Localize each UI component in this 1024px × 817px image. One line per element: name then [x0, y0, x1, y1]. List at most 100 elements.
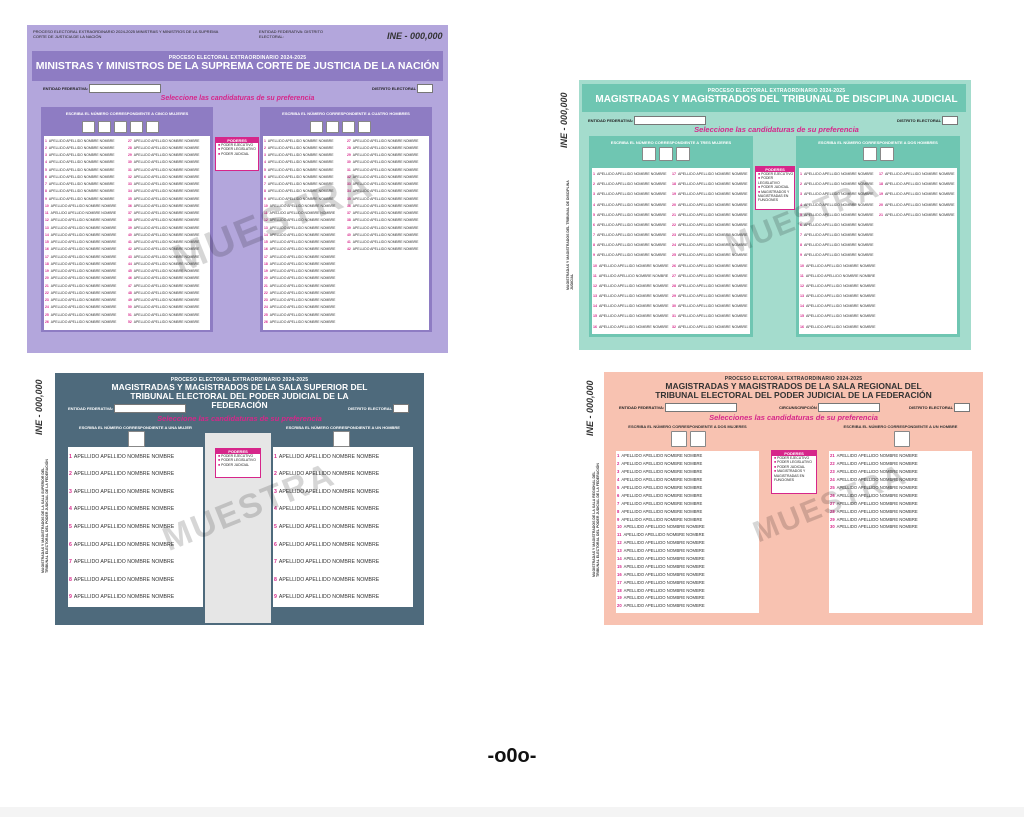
- digit-box[interactable]: [863, 147, 877, 161]
- candidate-name: APELLIDO APELLIDO NOMBRE NOMBRE: [623, 563, 705, 569]
- candidate-number: 25: [264, 312, 268, 317]
- candidate-name: APELLIDO APELLIDO NOMBRE NOMBRE: [269, 247, 336, 252]
- candidate-number: 8: [264, 189, 266, 194]
- candidate-row: 6 APELLIDO APELLIDO NOMBRE NOMBRE: [593, 220, 670, 230]
- candidate-name: APELLIDO APELLIDO NOMBRE NOMBRE: [804, 243, 874, 248]
- digit-box[interactable]: [98, 121, 111, 133]
- candidate-row: 12 APELLIDO APELLIDO NOMBRE NOMBRE: [617, 539, 758, 547]
- ballot-title-block: PROCESO ELECTORAL EXTRAORDINARIO 2024-20…: [604, 376, 983, 400]
- digit-box[interactable]: [128, 431, 145, 447]
- candidate-number: 21: [672, 212, 676, 217]
- digit-box[interactable]: [310, 121, 323, 133]
- candidate-number: 15: [617, 563, 622, 569]
- candidate-number: 26: [672, 263, 676, 268]
- distrito-row: DISTRITO ELECTORAL: [372, 84, 434, 93]
- candidate-name: APELLIDO APELLIDO NOMBRE NOMBRE: [623, 603, 705, 609]
- candidate-number: 5: [274, 524, 277, 531]
- candidate-number: 46: [128, 276, 132, 281]
- candidate-row: 39 APELLIDO APELLIDO NOMBRE NOMBRE: [347, 224, 428, 231]
- candidate-number: 6: [264, 174, 266, 179]
- candidate-number: 17: [45, 254, 49, 259]
- entidad-label: ENTIDAD FEDERATIVA:: [588, 117, 634, 123]
- candidate-number: 18: [617, 587, 622, 593]
- candidate-name: APELLIDO APELLIDO NOMBRE NOMBRE: [836, 524, 918, 530]
- candidate-number: 26: [264, 319, 268, 324]
- candidate-name: APELLIDO APELLIDO NOMBRE NOMBRE: [599, 304, 669, 309]
- candidate-row: 9 APELLIDO APELLIDO NOMBRE NOMBRE: [274, 589, 412, 607]
- candidate-number: 23: [830, 469, 835, 475]
- candidate-number: 20: [672, 202, 676, 207]
- candidate-row: 12 APELLIDO APELLIDO NOMBRE NOMBRE: [45, 217, 126, 224]
- candidate-row: 29 APELLIDO APELLIDO NOMBRE NOMBRE: [128, 152, 209, 159]
- candidate-number: 30: [830, 524, 835, 530]
- digit-box[interactable]: [326, 121, 339, 133]
- distrito-field[interactable]: [393, 404, 410, 413]
- candidate-row: 34 APELLIDO APELLIDO NOMBRE NOMBRE: [128, 188, 209, 195]
- circunscripcion-field[interactable]: [817, 403, 880, 412]
- entidad-field[interactable]: [634, 116, 707, 125]
- distrito-field[interactable]: [417, 84, 434, 93]
- distrito-field[interactable]: [954, 403, 971, 412]
- entidad-field[interactable]: [665, 403, 738, 412]
- candidate-number: 10: [800, 263, 804, 268]
- ballot-disciplina: INE - 000,000 MAGISTRADAS Y MAGISTRADOS …: [552, 80, 971, 350]
- candidate-row: 30 APELLIDO APELLIDO NOMBRE NOMBRE: [830, 523, 971, 531]
- candidate-number: 15: [800, 314, 804, 319]
- candidate-number: 39: [128, 225, 132, 230]
- candidate-row: 10 APELLIDO APELLIDO NOMBRE NOMBRE: [45, 202, 126, 209]
- ine-number-vertical: INE - 000,000: [34, 379, 44, 435]
- digit-box[interactable]: [82, 121, 95, 133]
- digit-box[interactable]: [130, 121, 143, 133]
- candidate-name: APELLIDO APELLIDO NOMBRE NOMBRE: [267, 145, 334, 150]
- distrito-field[interactable]: [942, 116, 959, 125]
- candidate-number: 1: [69, 453, 72, 460]
- candidate-name: APELLIDO APELLIDO NOMBRE NOMBRE: [599, 324, 669, 329]
- candidate-name: APELLIDO APELLIDO NOMBRE NOMBRE: [678, 212, 748, 217]
- candidate-row: 28 APELLIDO APELLIDO NOMBRE NOMBRE: [672, 281, 749, 291]
- entidad-label: ENTIDAD FEDERATIVA:: [68, 405, 114, 411]
- digit-box[interactable]: [671, 431, 687, 447]
- digit-box[interactable]: [690, 431, 706, 447]
- candidate-number: 29: [128, 153, 132, 158]
- candidate-number: 8: [617, 508, 620, 514]
- candidate-row: 10 APELLIDO APELLIDO NOMBRE NOMBRE: [617, 523, 758, 531]
- digit-boxes-men: [894, 431, 910, 447]
- candidate-row: 25 APELLIDO APELLIDO NOMBRE NOMBRE: [45, 311, 126, 318]
- candidate-number: 37: [128, 211, 132, 216]
- digit-box[interactable]: [880, 147, 894, 161]
- candidate-name: APELLIDO APELLIDO NOMBRE NOMBRE: [621, 492, 703, 498]
- candidate-name: APELLIDO APELLIDO NOMBRE NOMBRE: [133, 153, 200, 158]
- digit-box[interactable]: [146, 121, 159, 133]
- candidate-row: 7 APELLIDO APELLIDO NOMBRE NOMBRE: [617, 499, 758, 507]
- digit-box[interactable]: [114, 121, 127, 133]
- digit-box[interactable]: [894, 431, 910, 447]
- candidate-number: 5: [45, 167, 47, 172]
- candidate-name: APELLIDO APELLIDO NOMBRE NOMBRE: [267, 153, 334, 158]
- candidate-row: [879, 322, 956, 332]
- candidate-row: 17 APELLIDO APELLIDO NOMBRE NOMBRE: [617, 578, 758, 586]
- candidate-row: 4 APELLIDO APELLIDO NOMBRE NOMBRE: [264, 159, 345, 166]
- circunscripcion-row: CIRCUNSCRIPCIÓN: [779, 403, 880, 412]
- candidate-row: 4 APELLIDO APELLIDO NOMBRE NOMBRE: [617, 476, 758, 484]
- digit-box[interactable]: [358, 121, 371, 133]
- candidate-name: APELLIDO APELLIDO NOMBRE NOMBRE: [48, 145, 115, 150]
- digit-box[interactable]: [333, 431, 350, 447]
- candidate-row: [830, 539, 971, 547]
- candidate-row: 19 APELLIDO APELLIDO NOMBRE NOMBRE: [45, 268, 126, 275]
- candidate-row: 2 APELLIDO APELLIDO NOMBRE NOMBRE: [45, 144, 126, 151]
- section-separator: -o0o-: [487, 745, 537, 767]
- ballot-header-right: ENTIDAD FEDERATIVA: DISTRITO ELECTORAL:: [259, 29, 324, 39]
- digit-box[interactable]: [676, 147, 690, 161]
- digit-box[interactable]: [659, 147, 673, 161]
- candidate-number: 10: [617, 524, 622, 530]
- digit-box[interactable]: [342, 121, 355, 133]
- candidate-number: 32: [672, 324, 676, 329]
- candidate-number: 13: [617, 548, 622, 554]
- entidad-field[interactable]: [114, 404, 187, 413]
- candidate-number: 18: [879, 182, 883, 187]
- candidate-number: 2: [800, 182, 802, 187]
- digit-box[interactable]: [642, 147, 656, 161]
- candidate-number: 26: [45, 319, 49, 324]
- candidate-number: 7: [617, 500, 620, 506]
- entidad-field[interactable]: [89, 84, 162, 93]
